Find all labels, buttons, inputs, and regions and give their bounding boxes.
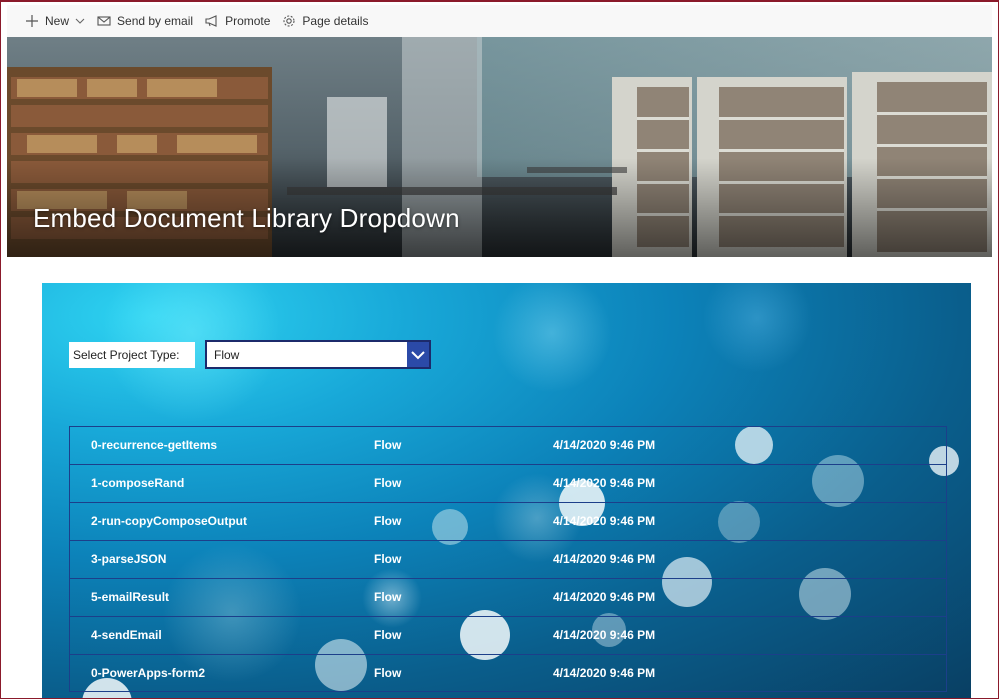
item-name: 3-parseJSON	[91, 552, 167, 566]
item-modified: 4/14/2020 9:46 PM	[553, 476, 656, 490]
item-modified: 4/14/2020 9:46 PM	[553, 552, 656, 566]
item-type: Flow	[374, 476, 402, 490]
table-row[interactable]: 2-run-copyComposeOutput Flow 4/14/2020 9:4…	[69, 502, 947, 540]
item-name: 0-recurrence-getItems	[91, 438, 218, 452]
item-modified: 4/14/2020 9:46 PM	[553, 590, 656, 604]
embedded-powerapp: Select Project Type: Flow 0-recurrence-g…	[42, 283, 971, 699]
item-name: 4-sendEmail	[91, 628, 162, 642]
item-type: Flow	[374, 552, 402, 566]
dropdown-toggle-button[interactable]	[407, 342, 429, 367]
chevron-down-icon	[411, 350, 425, 359]
item-name: 0-PowerApps-form2	[91, 666, 206, 680]
plus-icon	[26, 15, 38, 27]
project-type-label: Select Project Type:	[69, 342, 195, 368]
project-type-selected: Flow	[214, 347, 240, 362]
item-type: Flow	[374, 514, 402, 528]
item-modified: 4/14/2020 9:46 PM	[553, 666, 656, 680]
item-type: Flow	[374, 666, 402, 680]
item-modified: 4/14/2020 9:46 PM	[553, 514, 656, 528]
table-row[interactable]: 3-parseJSON Flow 4/14/2020 9:46 PM	[69, 540, 947, 578]
command-bar: New Send by email Promote Page details	[7, 5, 992, 38]
table-row[interactable]: 4-sendEmail Flow 4/14/2020 9:46 PM	[69, 616, 947, 654]
item-type: Flow	[374, 438, 402, 452]
send-by-email-button[interactable]: Send by email	[97, 9, 193, 33]
item-type: Flow	[374, 628, 402, 642]
table-row[interactable]: 0-recurrence-getItems Flow 4/14/2020 9:46 …	[69, 426, 947, 464]
table-row[interactable]: 1-composeRand Flow 4/14/2020 9:46 PM	[69, 464, 947, 502]
megaphone-icon	[205, 15, 217, 27]
chevron-down-icon	[75, 18, 85, 24]
page-details-label: Page details	[302, 14, 369, 28]
table-row[interactable]: 5-emailResult Flow 4/14/2020 9:46 PM	[69, 578, 947, 616]
item-name: 1-composeRand	[91, 476, 185, 490]
item-type: Flow	[374, 590, 402, 604]
promote-label: Promote	[225, 14, 271, 28]
item-name: 5-emailResult	[91, 590, 170, 604]
item-name: 2-run-copyComposeOutput	[91, 514, 247, 528]
new-label: New	[45, 14, 70, 28]
new-button[interactable]: New	[25, 9, 85, 33]
page-title: Embed Document Library Dropdown	[33, 203, 460, 233]
send-by-email-label: Send by email	[117, 14, 194, 28]
gear-icon	[283, 15, 295, 27]
promote-button[interactable]: Promote	[205, 9, 270, 33]
item-modified: 4/14/2020 9:46 PM	[553, 438, 656, 452]
item-modified: 4/14/2020 9:46 PM	[553, 628, 656, 642]
document-gallery: 0-recurrence-getItems Flow 4/14/2020 9:46 …	[69, 426, 947, 692]
page-details-button[interactable]: Page details	[282, 9, 368, 33]
table-row[interactable]: 0-PowerApps-form2 Flow 4/14/2020 9:46 PM	[69, 654, 947, 692]
project-type-dropdown[interactable]: Flow	[205, 340, 431, 369]
mail-icon	[97, 16, 111, 26]
hero-banner: Embed Document Library Dropdown	[7, 37, 992, 257]
